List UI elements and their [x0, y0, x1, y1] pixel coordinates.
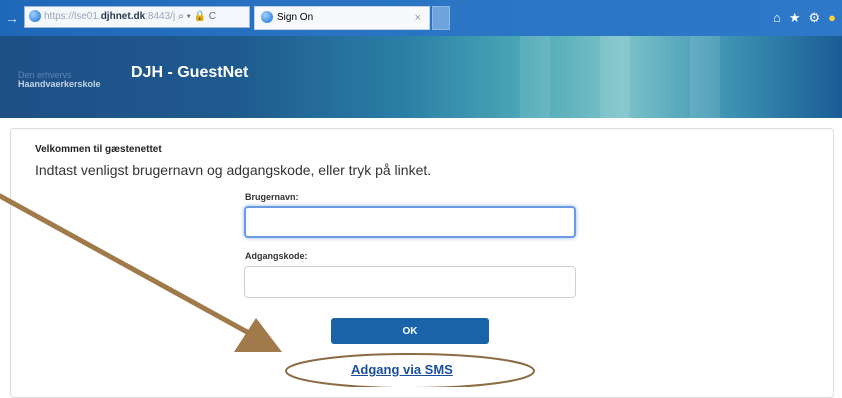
welcome-heading: Velkommen til gæstenettet: [35, 144, 162, 155]
username-label: Brugernavn:: [245, 192, 299, 202]
address-subdomain: lse01.: [74, 11, 101, 22]
address-tools-icons[interactable]: ⌕ ▾ 🔒 C: [178, 11, 216, 22]
tab-sign-on[interactable]: Sign On ×: [254, 6, 430, 30]
password-label: Adgangskode:: [245, 251, 308, 261]
address-prefix: https://: [44, 11, 75, 22]
ok-button[interactable]: OK: [331, 318, 489, 344]
site-header-banner: Den erhvervs Haandvaerkerskole DJH - Gue…: [0, 36, 842, 118]
site-globe-icon: [29, 10, 41, 23]
tab-title: Sign On: [277, 12, 314, 23]
address-bar[interactable]: https://lse01.djhnet.dk:8443/j ⌕ ▾ 🔒 C: [24, 6, 250, 28]
instructions-text: Indtast venligst brugernavn og adgangsko…: [35, 162, 432, 178]
address-host: djhnet.dk: [100, 11, 146, 22]
browser-icon-group: ⌂ ★ ⚙ ●: [773, 8, 836, 28]
new-tab-button[interactable]: [432, 6, 450, 30]
password-input[interactable]: [244, 266, 576, 298]
page-title: DJH - GuestNet: [131, 64, 249, 81]
address-suffix: :8443/j: [145, 11, 176, 22]
tab-globe-icon: [261, 11, 273, 24]
settings-gear-icon[interactable]: ⚙: [808, 8, 820, 28]
browser-toolbar: → https://lse01.djhnet.dk:8443/j ⌕ ▾ 🔒 C …: [0, 0, 842, 36]
username-input[interactable]: [244, 206, 576, 238]
banner-decoration: [690, 36, 720, 118]
banner-decoration: [600, 36, 630, 118]
feedback-smiley-icon[interactable]: ●: [828, 8, 836, 28]
favorites-star-icon[interactable]: ★: [789, 8, 801, 28]
forward-arrow-icon[interactable]: →: [4, 10, 20, 26]
sms-access-link[interactable]: Adgang via SMS: [351, 362, 453, 377]
close-tab-icon[interactable]: ×: [415, 7, 421, 29]
banner-decoration: [520, 36, 550, 118]
home-icon[interactable]: ⌂: [773, 8, 781, 28]
school-logo: Haandvaerkerskole: [18, 79, 101, 89]
